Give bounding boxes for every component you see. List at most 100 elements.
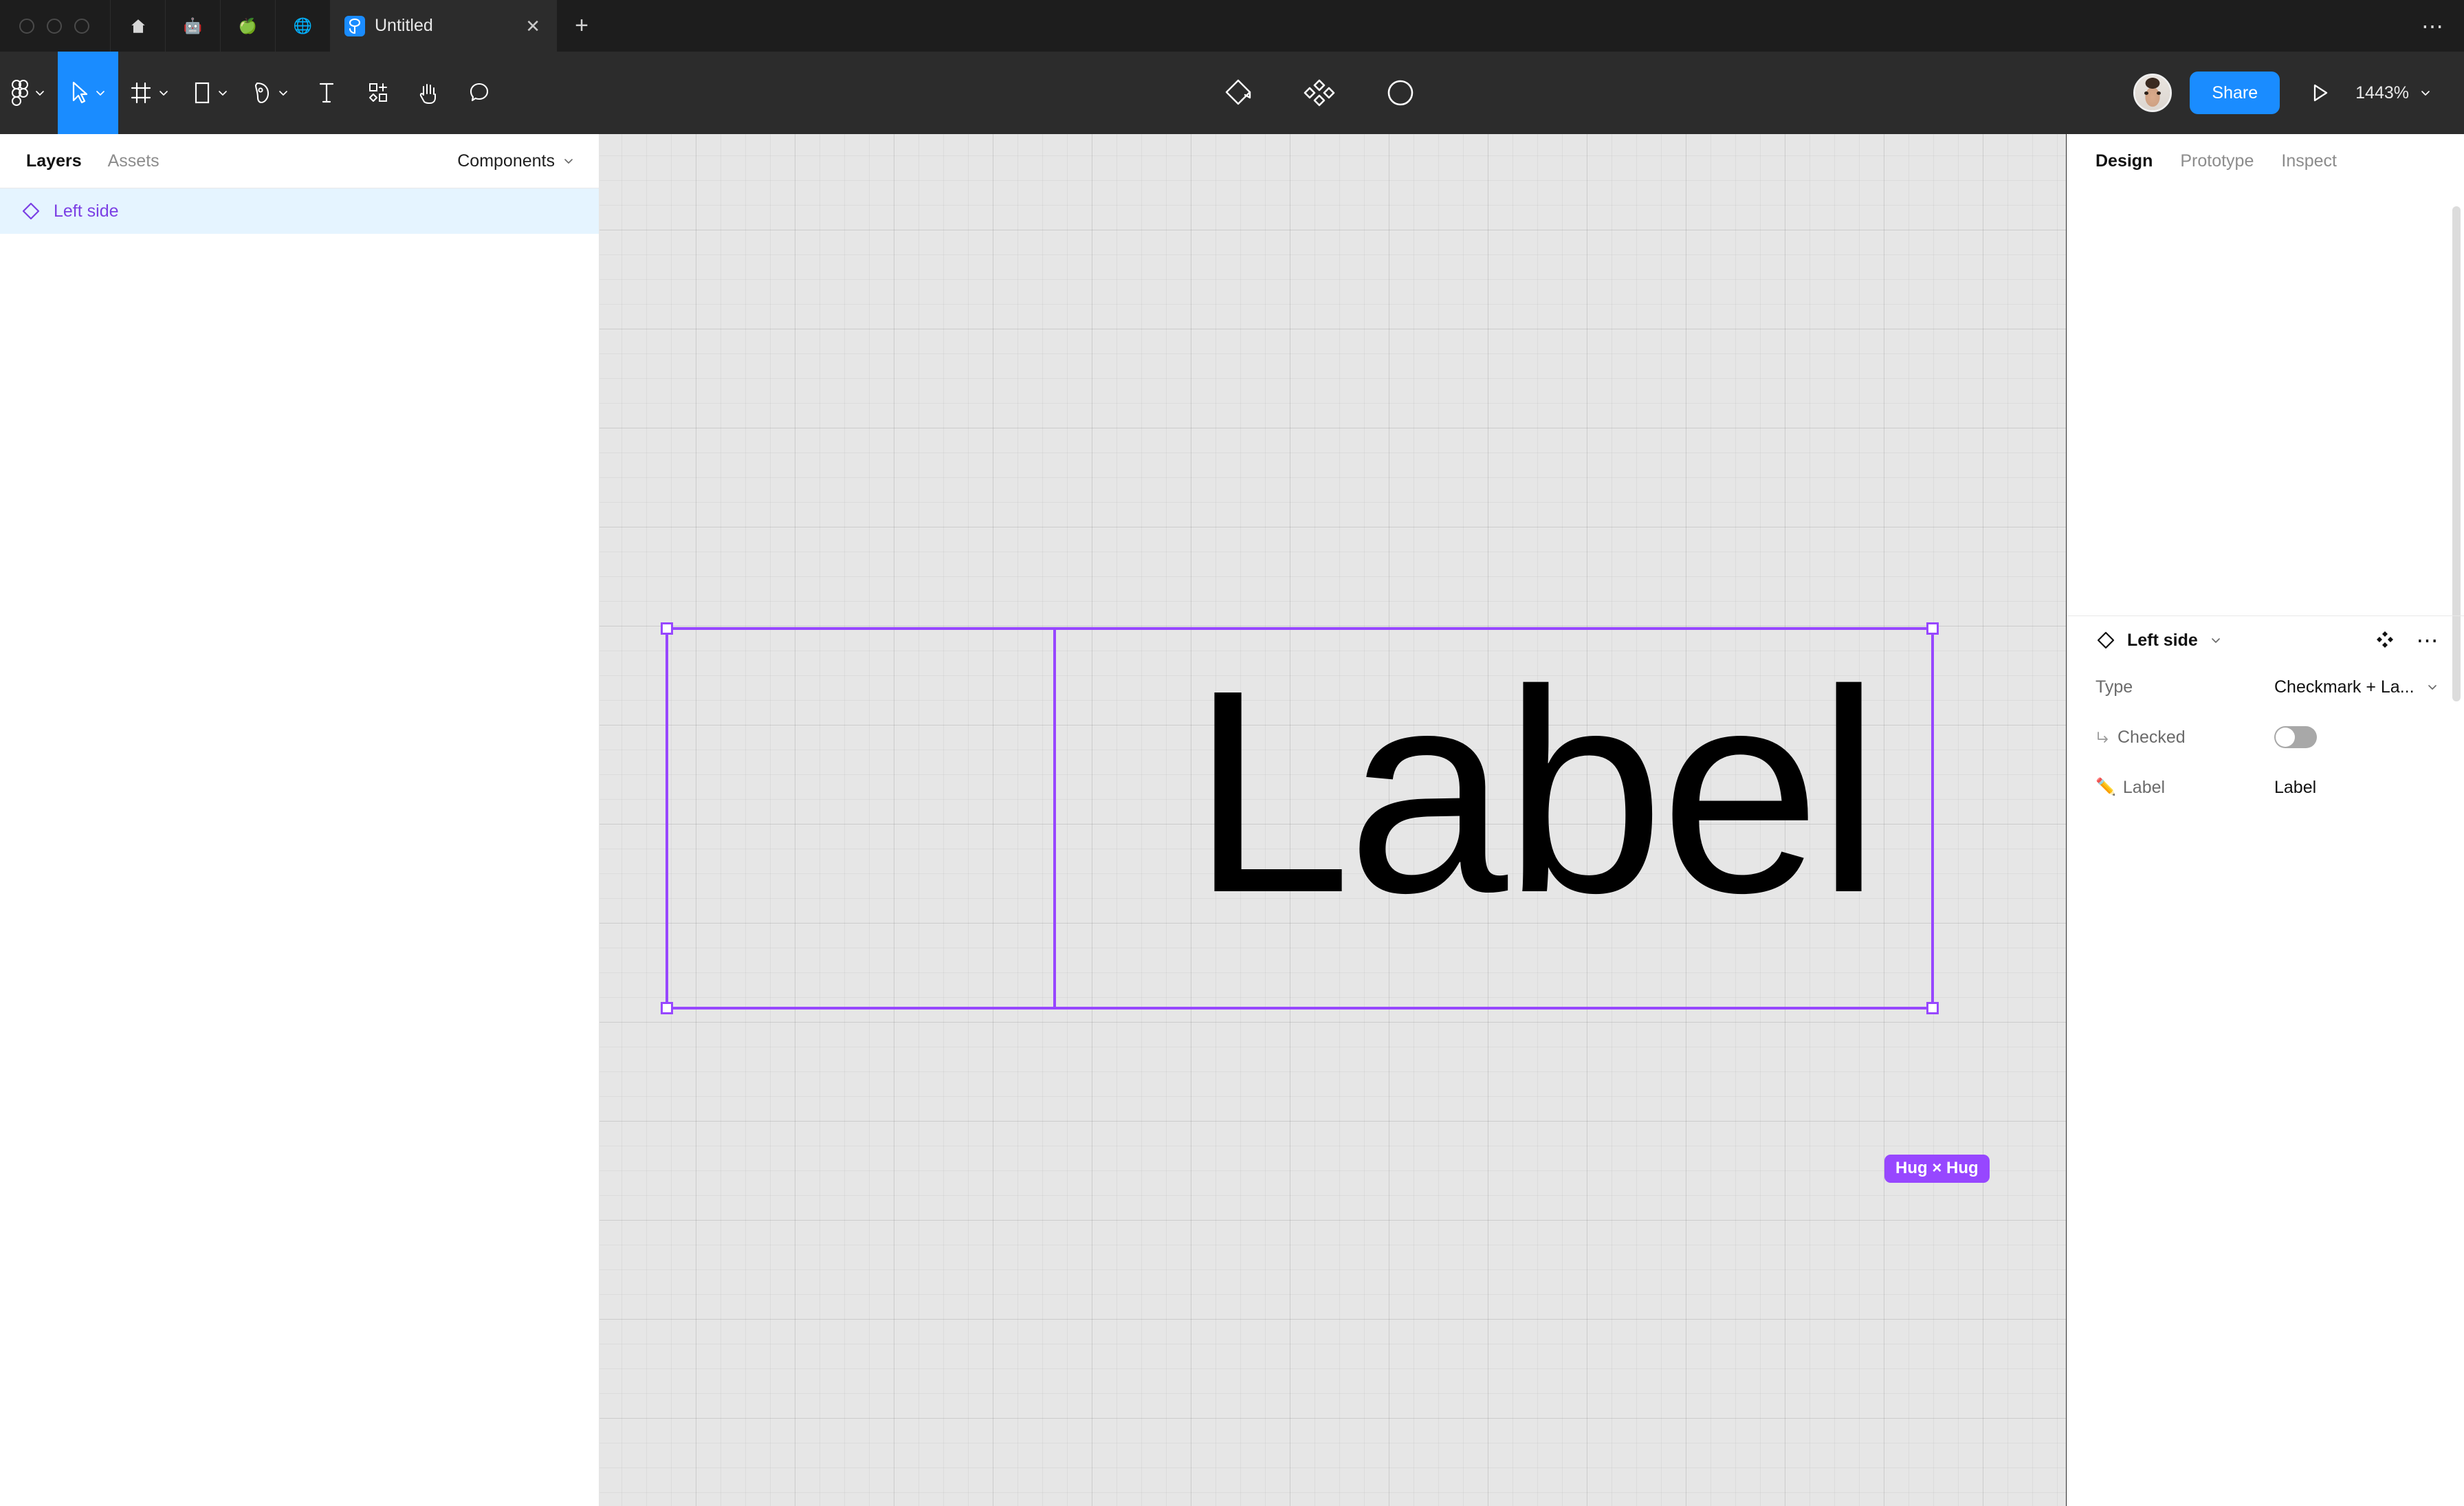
maximize-window-button[interactable] (74, 18, 89, 34)
variants-button[interactable] (1295, 68, 1344, 118)
property-value-type[interactable]: Checkmark + La... (2274, 677, 2439, 697)
figma-app-window: 🤖 🍏 🌐 Untitled ✕ + ⋯ Share 1443% Layers … (0, 0, 2464, 1506)
robot-favicon: 🤖 (183, 17, 203, 34)
tab-layers[interactable]: Layers (26, 151, 82, 171)
apple-favicon: 🍏 (238, 17, 258, 34)
text-tool-button[interactable] (301, 52, 352, 134)
zoom-control[interactable]: 1443% (2348, 71, 2439, 115)
close-window-button[interactable] (19, 18, 34, 34)
resize-handle-bottom-right[interactable] (1926, 1002, 1939, 1014)
components-dropdown[interactable]: Components (457, 151, 575, 171)
zoom-level-value: 1443% (2355, 83, 2409, 102)
nested-instance-arrow-icon (2098, 732, 2108, 743)
pen-icon (254, 82, 270, 104)
globe-tab[interactable]: 🌐 (275, 0, 330, 52)
tab-design[interactable]: Design (2096, 151, 2153, 171)
checkbox-slot-divider (1053, 630, 1056, 1007)
figma-toolbar: Share 1443% (0, 52, 2464, 134)
reset-component-button[interactable] (1213, 68, 1263, 118)
more-options-button[interactable]: ⋯ (2412, 624, 2443, 656)
left-panel-tabs: Layers Assets Components (0, 134, 599, 188)
design-canvas[interactable]: Label Hug × Hug (600, 134, 2066, 1506)
robot-tab[interactable]: 🤖 (165, 0, 220, 52)
component-diamond-icon (22, 202, 40, 220)
hand-tool-button[interactable] (403, 52, 454, 134)
figma-icon (344, 15, 365, 36)
comment-tool-button[interactable] (454, 52, 505, 134)
chevron-down-icon (96, 91, 104, 96)
component-label-text: Label (1191, 631, 1881, 953)
tab-inspect[interactable]: Inspect (2281, 151, 2337, 171)
chevron-down-icon (36, 91, 44, 96)
browser-overflow-menu-button[interactable]: ⋯ (2402, 0, 2464, 52)
figma-logo-icon (12, 80, 28, 106)
home-tab[interactable] (110, 0, 165, 52)
resources-tool-button[interactable] (352, 52, 403, 134)
chevron-down-icon (2428, 685, 2436, 690)
left-panel: Layers Assets Components Left side (0, 134, 600, 1506)
pen-tool-button[interactable] (241, 52, 301, 134)
four-diamonds-icon (2377, 631, 2393, 648)
comment-bubble-icon (470, 83, 489, 102)
resize-handle-top-left[interactable] (661, 622, 673, 635)
cursor-icon (72, 81, 88, 104)
toggle-knob (2276, 728, 2295, 747)
figma-menu-button[interactable] (0, 52, 58, 134)
toolbar-center-actions (505, 52, 2133, 134)
property-row-checked[interactable]: Checked (2067, 715, 2464, 759)
tab-title: Untitled (375, 16, 433, 35)
half-circle-icon (1387, 80, 1414, 106)
property-row-type[interactable]: Type Checkmark + La... (2067, 665, 2464, 709)
tab-assets[interactable]: Assets (108, 151, 160, 171)
user-avatar[interactable] (2133, 74, 2172, 112)
component-header: Left side ⋯ (2067, 615, 2464, 665)
property-value-checked[interactable] (2274, 726, 2439, 748)
property-label-checked: Checked (2096, 728, 2274, 747)
shape-tool-button[interactable] (182, 52, 241, 134)
text-icon (319, 83, 334, 103)
play-icon (2313, 84, 2328, 102)
new-tab-button[interactable]: + (557, 0, 606, 52)
property-value-type-text: Checkmark + La... (2274, 677, 2414, 697)
globe-favicon: 🌐 (293, 17, 313, 34)
close-tab-button[interactable]: ✕ (521, 14, 544, 38)
four-diamonds-icon (1304, 79, 1335, 107)
right-panel-tabs: Design Prototype Inspect (2067, 134, 2464, 188)
property-label-label-text: Label (2122, 777, 2166, 797)
right-panel: Design Prototype Inspect Left side ⋯ Typ… (2066, 134, 2464, 1506)
chevron-down-icon (2421, 91, 2430, 96)
property-label-label: ✏️ Label (2096, 778, 2274, 798)
diamond-reset-icon (1225, 79, 1251, 105)
property-value-label[interactable]: Label (2274, 778, 2439, 798)
contrast-toggle-button[interactable] (1376, 68, 1425, 118)
share-button[interactable]: Share (2190, 72, 2280, 114)
frame-tool-button[interactable] (118, 52, 182, 134)
resize-handle-top-right[interactable] (1926, 622, 1939, 635)
chevron-down-icon (279, 91, 287, 96)
property-value-label-text: Label (2274, 777, 2317, 797)
frame-icon (131, 82, 151, 104)
chevron-down-icon[interactable] (2209, 633, 2223, 647)
present-button[interactable] (2298, 71, 2342, 115)
checked-toggle[interactable] (2274, 726, 2317, 748)
apple-tab[interactable]: 🍏 (220, 0, 275, 52)
minimize-window-button[interactable] (47, 18, 62, 34)
tabstrip-spacer (606, 0, 2402, 52)
tab-prototype[interactable]: Prototype (2180, 151, 2254, 171)
toolbar-right-actions: Share 1443% (2133, 52, 2464, 134)
component-diamond-icon (2097, 631, 2115, 649)
browser-tab-strip: 🤖 🍏 🌐 Untitled ✕ + ⋯ (0, 0, 2464, 52)
property-label-type: Type (2096, 677, 2133, 697)
selected-component-frame[interactable]: Label (661, 622, 1939, 1014)
active-browser-tab[interactable]: Untitled ✕ (330, 0, 557, 52)
hand-icon (419, 84, 436, 104)
property-row-label[interactable]: ✏️ Label Label (2067, 765, 2464, 809)
move-tool-button[interactable] (58, 52, 118, 134)
chevron-down-icon (160, 91, 168, 96)
avatar-eyes (2144, 91, 2162, 95)
layer-row-left-side[interactable]: Left side (0, 188, 599, 234)
resize-handle-bottom-left[interactable] (661, 1002, 673, 1014)
swap-instance-button[interactable] (2369, 624, 2401, 656)
rectangle-icon (195, 82, 210, 104)
components-plugins-icon (369, 83, 387, 102)
